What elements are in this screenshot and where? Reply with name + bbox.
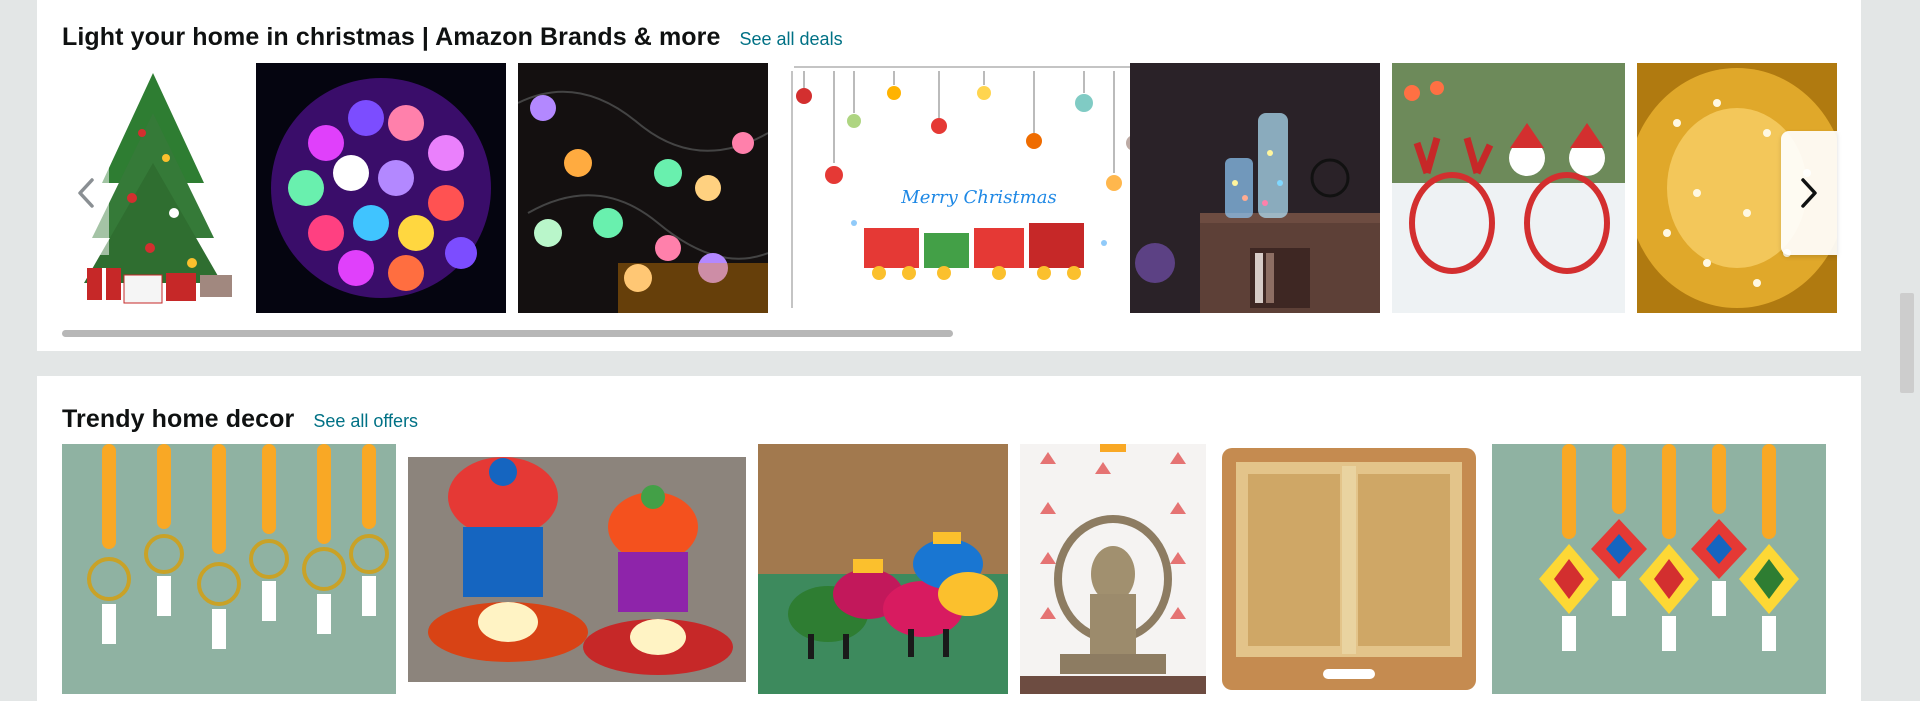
section-title: Light your home in christmas | Amazon Br… — [62, 23, 721, 51]
bottle-fairy-lights-image[interactable] — [1130, 63, 1380, 313]
diamond-toran-hangings-icon — [1492, 444, 1826, 694]
carousel-next-button[interactable] — [1781, 131, 1837, 255]
bottle-fairy-lights-icon — [1130, 63, 1380, 313]
elephant-tealight-holders-icon — [758, 444, 1008, 694]
home-decor-card: Trendy home decor See all offers — [37, 376, 1861, 701]
marigold-toran-icon — [62, 444, 396, 694]
reindeer-headbands-icon — [1392, 63, 1625, 313]
rajasthani-tealight-image[interactable] — [408, 457, 746, 682]
wicker-tray-image[interactable] — [1218, 444, 1480, 694]
diamond-toran-image[interactable] — [1492, 444, 1826, 694]
crystal-globe-lights-icon — [518, 63, 768, 313]
card-header: Light your home in christmas | Amazon Br… — [62, 23, 843, 52]
reindeer-headbands-image[interactable] — [1392, 63, 1625, 313]
christmas-lights-card: Light your home in christmas | Amazon Br… — [37, 0, 1861, 351]
chevron-left-icon — [77, 178, 94, 208]
section-title: Trendy home decor — [62, 405, 295, 433]
elephant-tealight-image[interactable] — [758, 444, 1008, 694]
wicker-tray-icon — [1218, 444, 1480, 694]
christmas-wall-sticker-icon: Merry Christmas — [784, 63, 1158, 313]
lakshmi-idol-lotus-wall-icon — [1020, 444, 1206, 694]
card-header: Trendy home decor See all offers — [62, 405, 418, 434]
sticker-text: Merry Christmas — [900, 187, 1056, 208]
page: Light your home in christmas | Amazon Br… — [0, 0, 1920, 701]
carousel-prev-button[interactable] — [62, 131, 109, 255]
rajasthani-tealight-holders-icon — [408, 457, 746, 682]
crystal-globe-lights-image[interactable] — [518, 63, 768, 313]
see-all-deals-link[interactable]: See all deals — [740, 29, 843, 50]
lakshmi-idol-image[interactable] — [1020, 444, 1206, 694]
led-ball-lights-image[interactable] — [256, 63, 506, 313]
led-ball-string-lights-icon — [256, 63, 506, 313]
marigold-toran-image[interactable] — [62, 444, 396, 694]
christmas-wall-sticker-image[interactable]: Merry Christmas — [784, 63, 1158, 313]
see-all-offers-link[interactable]: See all offers — [313, 411, 418, 432]
chevron-right-icon — [1801, 178, 1817, 208]
carousel-scrollbar[interactable] — [62, 330, 953, 337]
page-scrollbar-thumb[interactable] — [1900, 293, 1914, 393]
